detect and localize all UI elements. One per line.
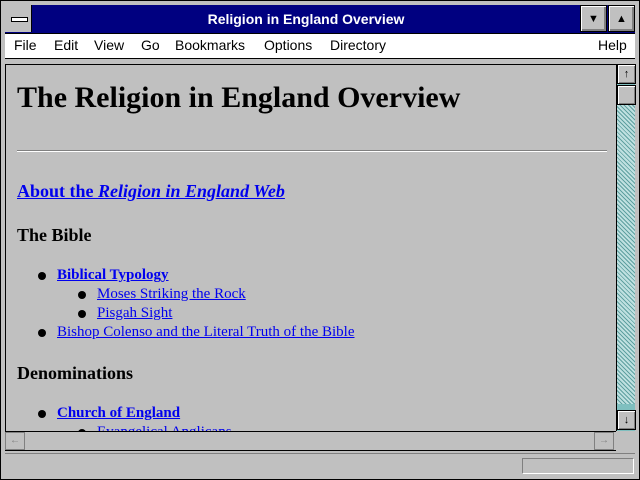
scrollbar-corner <box>616 431 635 451</box>
about-link-prefix: About the <box>17 181 99 201</box>
menu-go[interactable]: Go <box>141 37 160 53</box>
about-link-title: Religion in England Web <box>98 181 285 201</box>
link-pisgah-sight[interactable]: Pisgah Sight <box>97 305 172 322</box>
bullet <box>38 329 46 337</box>
link-biblical-typology[interactable]: Biblical Typology <box>57 267 169 284</box>
menu-bar: File Edit View Go Bookmarks Options Dire… <box>5 34 635 59</box>
horizontal-scrollbar[interactable]: ← → <box>5 431 616 451</box>
bullet <box>38 272 46 280</box>
scroll-thumb[interactable] <box>617 85 636 105</box>
menu-file[interactable]: File <box>14 37 37 53</box>
scroll-down-button[interactable]: ↓ <box>617 410 636 430</box>
maximize-icon: ▲ <box>616 13 627 25</box>
menu-directory[interactable]: Directory <box>330 37 386 53</box>
title-bar[interactable]: Religion in England Overview ▼ ▲ <box>5 5 635 34</box>
up-arrow-icon: ↑ <box>623 68 630 80</box>
bullet <box>78 291 86 299</box>
scroll-right-button[interactable]: → <box>594 432 614 450</box>
scroll-left-button[interactable]: ← <box>5 432 25 450</box>
bullet <box>38 410 46 418</box>
scroll-up-button[interactable]: ↑ <box>617 64 636 84</box>
bullet <box>78 310 86 318</box>
status-field <box>522 458 634 474</box>
menu-options[interactable]: Options <box>264 37 312 53</box>
status-bar <box>5 453 635 476</box>
minimize-icon: ▼ <box>588 13 599 25</box>
menu-bookmarks[interactable]: Bookmarks <box>175 37 245 53</box>
browser-window: Religion in England Overview ▼ ▲ File Ed… <box>0 0 640 480</box>
link-church-of-england[interactable]: Church of England <box>57 405 180 422</box>
maximize-button[interactable]: ▲ <box>608 5 635 32</box>
link-bishop-colenso[interactable]: Bishop Colenso and the Literal Truth of … <box>57 324 354 341</box>
system-menu-icon <box>11 17 28 22</box>
system-menu-button[interactable] <box>5 5 32 32</box>
window-title: Religion in England Overview <box>207 11 405 27</box>
right-arrow-icon: → <box>599 435 609 446</box>
down-arrow-icon: ↓ <box>623 414 630 426</box>
page-title: The Religion in England Overview <box>17 81 461 114</box>
horizontal-rule <box>17 150 607 152</box>
left-arrow-icon: ← <box>10 435 20 446</box>
document-view[interactable]: The Religion in England Overview About t… <box>5 64 616 432</box>
scroll-track[interactable] <box>617 104 635 404</box>
minimize-button[interactable]: ▼ <box>580 5 607 32</box>
section-heading-bible: The Bible <box>17 225 92 245</box>
link-moses-striking-the-rock[interactable]: Moses Striking the Rock <box>97 286 246 303</box>
menu-view[interactable]: View <box>94 37 124 53</box>
menu-edit[interactable]: Edit <box>54 37 78 53</box>
vertical-scrollbar[interactable]: ↑ ↓ <box>616 64 636 432</box>
section-heading-denominations: Denominations <box>17 363 134 383</box>
about-link[interactable]: About the Religion in England Web <box>17 181 285 202</box>
menu-help[interactable]: Help <box>598 37 627 53</box>
